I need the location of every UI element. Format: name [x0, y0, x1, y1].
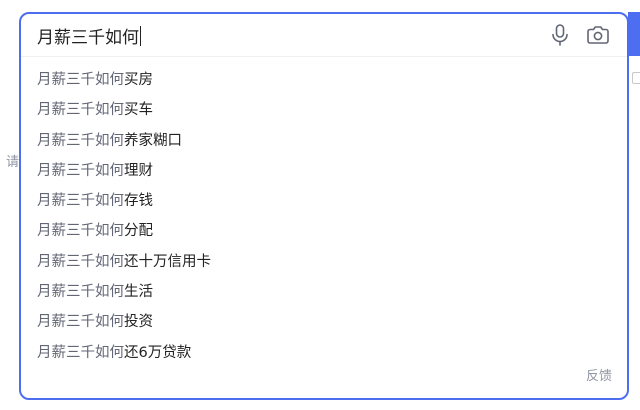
suggestion-item[interactable]: 月薪三千如何分配	[21, 216, 627, 246]
side-widget-edge[interactable]	[632, 72, 640, 84]
suggestion-suffix: 买车	[124, 102, 153, 119]
suggestion-suffix: 还十万信用卡	[124, 253, 211, 270]
suggestion-prefix: 月薪三千如何	[37, 344, 124, 361]
suggestion-item[interactable]: 月薪三千如何还十万信用卡	[21, 247, 627, 277]
text-caret	[140, 25, 141, 46]
suggestion-suffix: 存钱	[124, 193, 153, 210]
suggestion-item[interactable]: 月薪三千如何买车	[21, 95, 627, 125]
suggestion-item[interactable]: 月薪三千如何理财	[21, 156, 627, 186]
suggestion-suffix: 生活	[124, 284, 153, 301]
search-input[interactable]: 月薪三千如何	[37, 23, 141, 48]
suggestion-prefix: 月薪三千如何	[37, 72, 124, 88]
suggestion-item[interactable]: 月薪三千如何买房	[21, 65, 627, 95]
suggestion-suffix: 分配	[124, 223, 153, 240]
suggestion-prefix: 月薪三千如何	[37, 193, 124, 210]
suggestion-item[interactable]: 月薪三千如何还6万贷款	[21, 338, 627, 368]
suggestion-item[interactable]: 月薪三千如何投资	[21, 307, 627, 337]
suggestion-suffix: 还6万贷款	[124, 344, 192, 361]
suggestion-prefix: 月薪三千如何	[37, 314, 124, 331]
suggestion-prefix: 月薪三千如何	[37, 284, 124, 301]
search-suggestion-box: 月薪三千如何 月薪三千如何买房 月薪三千如何买车 月薪三千如何养家糊口 月薪三千如何理…	[19, 12, 629, 400]
suggestion-prefix: 月薪三千如何	[37, 162, 124, 179]
page: 请 月薪三千如何 月薪三千如何买房 月薪三千如何买车 月薪三千如何养家糊口 月薪三千如	[0, 0, 640, 410]
camera-icon[interactable]	[585, 22, 611, 48]
microphone-icon[interactable]	[547, 22, 573, 48]
suggestion-prefix: 月薪三千如何	[37, 253, 124, 270]
suggestion-item[interactable]: 月薪三千如何生活	[21, 277, 627, 307]
search-query-text: 月薪三千如何	[37, 28, 139, 48]
suggestion-list: 月薪三千如何买房 月薪三千如何买车 月薪三千如何养家糊口 月薪三千如何理财 月薪三千如何…	[21, 65, 627, 368]
search-input-row[interactable]: 月薪三千如何	[21, 14, 627, 57]
suggestion-prefix: 月薪三千如何	[37, 132, 124, 149]
suggestion-prefix: 月薪三千如何	[37, 102, 124, 119]
suggestion-item[interactable]: 月薪三千如何养家糊口	[21, 126, 627, 156]
suggestion-suffix: 理财	[124, 162, 153, 179]
suggestion-suffix: 养家糊口	[124, 132, 182, 149]
feedback-link[interactable]: 反馈	[586, 365, 612, 384]
suggestion-suffix: 买房	[124, 72, 153, 88]
left-edge-text: 请	[6, 155, 20, 170]
suggestion-item[interactable]: 月薪三千如何存钱	[21, 186, 627, 216]
search-button-edge[interactable]	[628, 12, 640, 56]
suggestion-prefix: 月薪三千如何	[37, 223, 124, 240]
suggestion-suffix: 投资	[124, 314, 153, 331]
